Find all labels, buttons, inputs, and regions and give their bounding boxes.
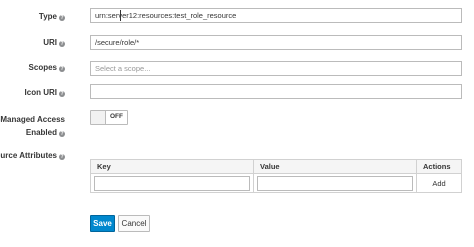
help-icon[interactable]: ?	[59, 131, 65, 137]
help-icon[interactable]: ?	[59, 154, 65, 160]
add-attribute-button[interactable]: Add	[426, 178, 451, 189]
uri-label-text: URI	[43, 38, 57, 47]
toggle-state-text: OFF	[110, 113, 123, 120]
scopes-label: Scopes?	[29, 63, 65, 72]
table-row: Add	[90, 173, 462, 193]
resource-attributes-label-text: source Attributes	[0, 151, 57, 160]
help-icon[interactable]: ?	[59, 41, 65, 47]
resource-attributes-table: Key Value Actions Add	[90, 159, 462, 193]
user-managed-access-label-line2: Enabled	[25, 128, 57, 137]
uri-label: URI?	[43, 38, 65, 47]
save-button[interactable]: Save	[90, 215, 115, 232]
column-header-key: Key	[90, 159, 254, 174]
type-label-text: Type	[38, 12, 57, 21]
user-managed-access-label-line1: r-Managed Access	[0, 115, 65, 124]
attribute-value-input[interactable]	[257, 175, 413, 191]
toggle-knob	[91, 111, 106, 124]
type-field[interactable]	[90, 8, 462, 23]
attribute-key-input[interactable]	[94, 175, 250, 191]
value-cell	[253, 173, 417, 193]
user-managed-access-toggle[interactable]: OFF	[90, 110, 128, 125]
type-label: Type?	[39, 12, 65, 21]
action-cell: Add	[416, 173, 462, 193]
icon-uri-label: Icon URI?	[25, 88, 65, 97]
icon-uri-field[interactable]	[90, 84, 462, 99]
scopes-select[interactable]	[90, 61, 462, 76]
help-icon[interactable]: ?	[59, 15, 65, 21]
column-header-actions: Actions	[416, 159, 462, 174]
user-managed-access-label: r-Managed Access Enabled?	[0, 113, 65, 139]
column-header-value: Value	[253, 159, 417, 174]
uri-field[interactable]	[90, 35, 462, 50]
scopes-label-text: Scopes	[28, 63, 57, 72]
help-icon[interactable]: ?	[59, 66, 65, 72]
help-icon[interactable]: ?	[59, 91, 65, 97]
table-header-row: Key Value Actions	[90, 159, 462, 174]
cancel-button[interactable]: Cancel	[118, 215, 150, 232]
resource-attributes-label: source Attributes?	[0, 151, 65, 160]
text-cursor	[120, 10, 121, 21]
key-cell	[90, 173, 254, 193]
icon-uri-label-text: Icon URI	[24, 88, 57, 97]
